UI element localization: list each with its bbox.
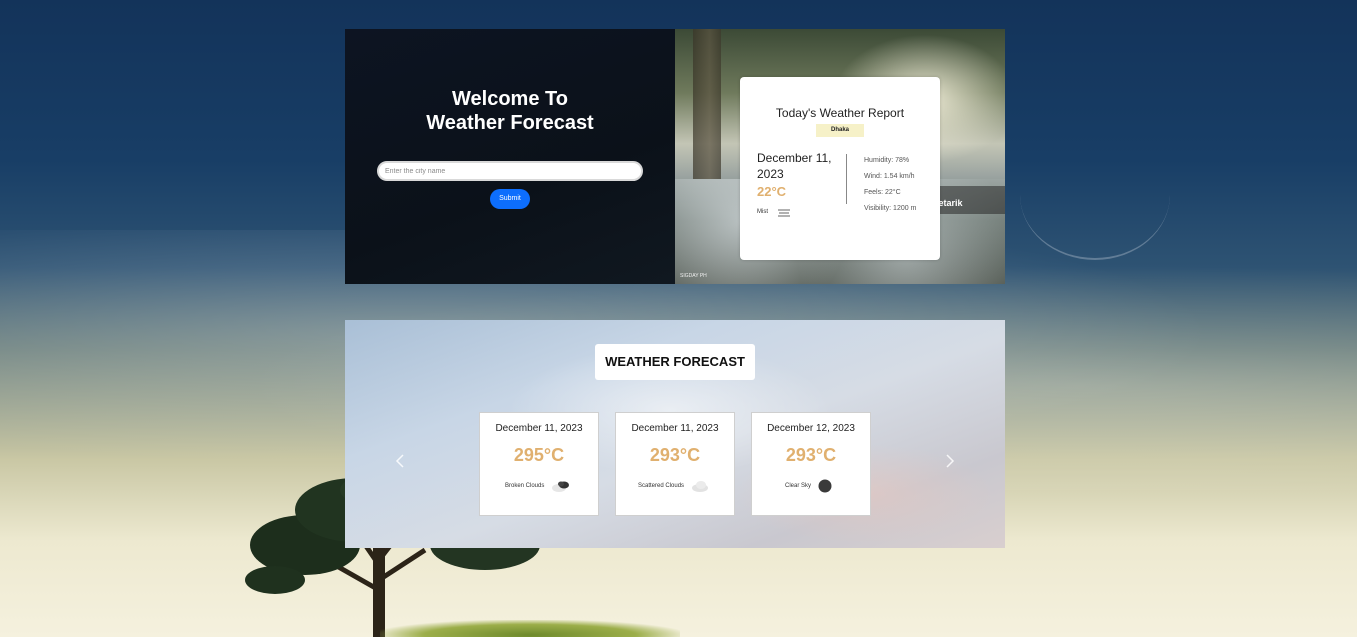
forecast-temp: 293°C [649,445,701,465]
report-date: December 11, 2023 [757,151,832,181]
visibility-value: Visibility: 1200 m [864,205,917,212]
forecast-date: December 12, 2023 [767,423,855,434]
wind-value: Wind: 1.54 km/h [864,173,915,180]
chevron-right-icon[interactable] [943,453,957,469]
forecast-card: December 12, 2023 293°C Clear Sky [751,412,871,516]
welcome-title-line2: Weather Forecast [426,112,594,134]
report-title: Today's Weather Report [775,106,905,120]
report-details: Humidity: 78% Wind: 1.54 km/h Feels: 22°… [864,153,934,215]
submit-button[interactable]: Submit [490,189,530,209]
mist-icon [778,209,790,217]
humidity-value: Humidity: 78% [864,157,910,164]
welcome-panel: Welcome To Weather Forecast Submit [345,29,675,284]
photo-caption: SIGDAY PH [680,273,707,279]
forecast-section: WEATHER FORECAST December 11, 2023 295°C… [345,320,1005,548]
city-input[interactable] [377,161,643,181]
report-condition: Mist [757,209,768,215]
forecast-temp: 295°C [513,445,565,465]
report-divider [846,154,847,204]
forecast-card: December 11, 2023 295°C Broken Clouds [479,412,599,516]
welcome-title-line1: Welcome To [452,88,568,110]
tree-trunk-image [693,29,721,179]
forecast-temp: 293°C [785,445,837,465]
broken-clouds-icon [552,481,569,492]
forecast-condition: Clear Sky [785,483,812,489]
forecast-date: December 11, 2023 [495,423,583,434]
grass-patch [380,620,680,637]
forecast-heading: WEATHER FORECAST [595,344,755,380]
forecast-card: December 11, 2023 293°C Scattered Clouds [615,412,735,516]
today-weather-card: Today's Weather Report Dhaka December 11… [740,77,940,260]
moon-arc-decoration [1020,130,1170,260]
forecast-date: December 11, 2023 [631,423,719,434]
feels-value: Feels: 22°C [864,189,901,196]
scattered-clouds-icon [692,481,708,492]
chevron-left-icon[interactable] [393,453,407,469]
forecast-condition: Broken Clouds [505,483,545,489]
report-temperature: 22°C [757,184,787,199]
clear-sky-icon [818,479,832,493]
city-badge: Dhaka [816,124,864,137]
forecast-condition: Scattered Clouds [638,483,685,489]
welcome-title: Welcome To Weather Forecast [345,87,675,135]
